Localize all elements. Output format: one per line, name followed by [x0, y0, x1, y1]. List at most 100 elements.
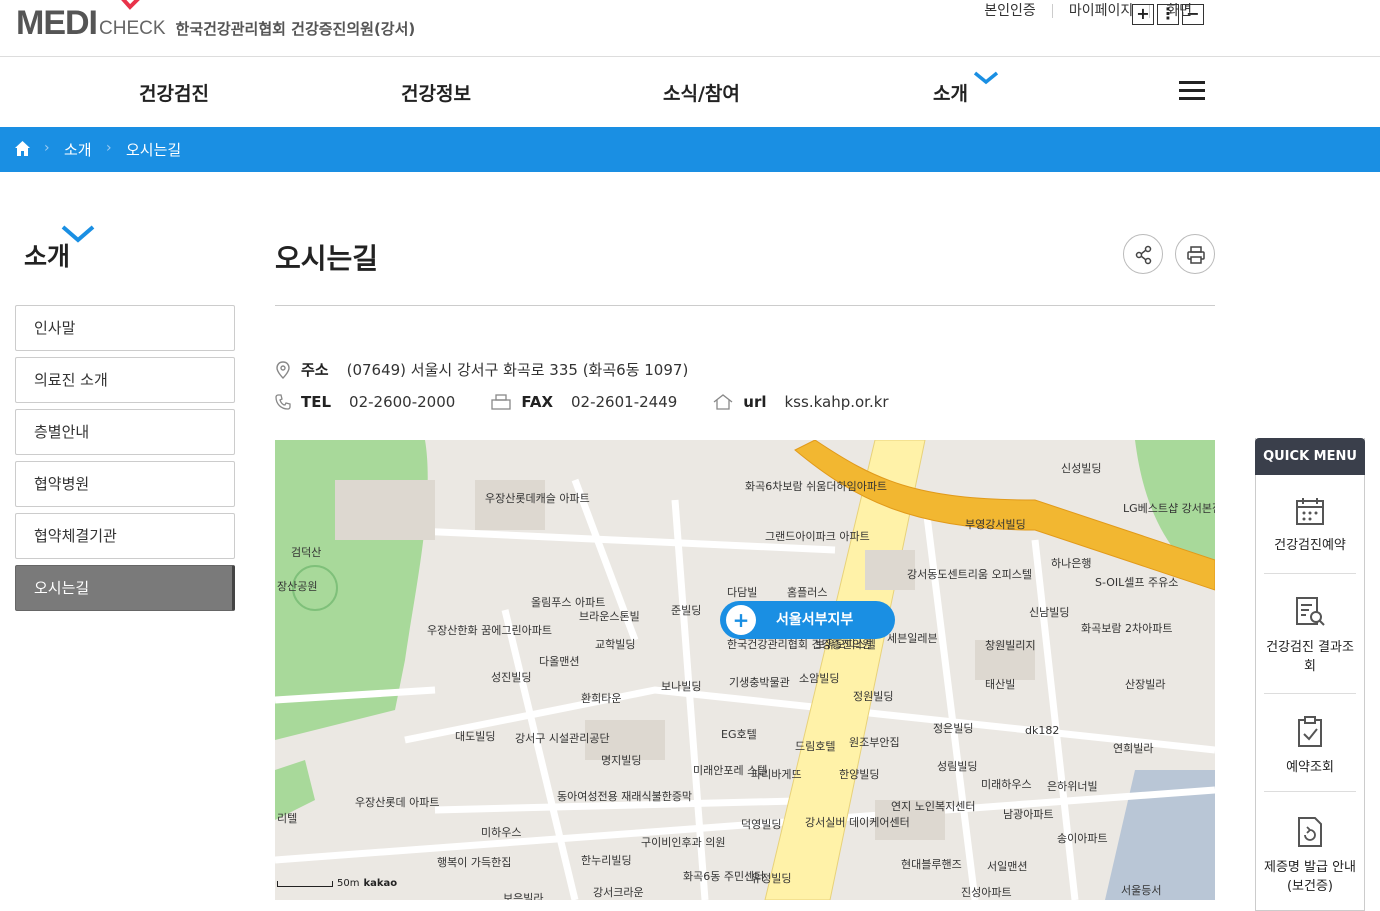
quick-menu-title: QUICK MENU: [1255, 438, 1365, 475]
map-label: 산장빌라: [1125, 678, 1166, 691]
document-search-icon: [1296, 597, 1325, 626]
title-chevron-icon: [61, 225, 95, 243]
menu-icon[interactable]: [1179, 81, 1205, 101]
map-label: 대도빌딩: [455, 730, 496, 743]
sidebar-item-floors[interactable]: 층별안내: [15, 409, 235, 455]
map-label: S-OIL셀프 주유소: [1095, 576, 1179, 589]
map-label: 부영강서빌딩: [965, 518, 1026, 531]
map-label: EG호텔: [721, 728, 757, 741]
tel-label: TEL: [301, 393, 332, 411]
address-row: 주소 (07649) 서울시 강서구 화곡로 335 (화곡6동 1097): [275, 359, 688, 380]
print-icon: [1187, 246, 1205, 264]
nav-health-info[interactable]: 건강정보: [401, 79, 471, 106]
map-label: 신남빌딩: [1029, 606, 1070, 619]
breadcrumb-directions[interactable]: 오시는길: [126, 139, 181, 160]
quick-reserve-checkup[interactable]: 건강검진예약: [1264, 496, 1356, 574]
breadcrumb: › 소개 › 오시는길: [0, 127, 1380, 172]
map-label: 우장산한화 꿈에그린아파트: [427, 624, 552, 637]
map-label: 기생충박물관: [729, 676, 790, 689]
sidebar-item-partner-hospitals[interactable]: 협약병원: [15, 461, 235, 507]
kakao-logo: kakao: [363, 878, 398, 889]
location-marker[interactable]: + 서울서부지부: [720, 601, 896, 639]
url-value[interactable]: kss.kahp.or.kr: [785, 393, 889, 411]
sidebar-item-directions[interactable]: 오시는길: [15, 565, 235, 611]
breadcrumb-about[interactable]: 소개: [64, 139, 92, 160]
map-label: 보은빌라: [503, 892, 544, 900]
quick-menu: QUICK MENU 건강검진예약 건강검진 결과조회 예약조회 제증명 발급 …: [1255, 438, 1365, 911]
map-label: 준빌딩: [671, 604, 702, 617]
print-button[interactable]: [1175, 234, 1215, 274]
document-refresh-icon: [1298, 817, 1322, 847]
quick-certificate-info[interactable]: 제증명 발급 안내 (보건증): [1264, 816, 1356, 902]
map-label: 정원빌딩: [853, 690, 894, 703]
quick-result-lookup[interactable]: 건강검진 결과조회: [1264, 596, 1356, 694]
map-label: 진성아파트: [961, 886, 1012, 899]
clipboard-check-icon: [1298, 716, 1322, 747]
map-label: 은하위너빌: [1047, 780, 1098, 793]
zoom-out-button[interactable]: −: [1182, 4, 1204, 25]
map-label: 신성빌딩: [1061, 462, 1102, 475]
plus-icon: +: [726, 605, 756, 635]
url-label: url: [743, 393, 767, 411]
nav-checkup[interactable]: 건강검진: [139, 79, 209, 106]
home-icon[interactable]: [14, 140, 31, 157]
nav-about[interactable]: 소개: [933, 79, 968, 106]
nav-news[interactable]: 소식/참여: [663, 79, 740, 106]
map-label: 한누리빌딩: [581, 854, 632, 867]
top-bar: MEDI CHECK 한국건강관리협회 건강증진의원(강서) 본인인증 마이페이…: [0, 0, 1380, 57]
logo-medi: MEDI: [16, 4, 98, 42]
check-mark-icon: [121, 0, 140, 10]
title-divider: [275, 305, 1215, 306]
share-icon: [1135, 245, 1152, 265]
map-label: 환희타운: [581, 692, 622, 705]
map-label: 명지빌딩: [601, 754, 642, 767]
map-label: 장산공원: [277, 580, 318, 593]
sidebar-item-partner-orgs[interactable]: 협약체결기관: [15, 513, 235, 559]
map-label: 성진빌딩: [491, 671, 532, 684]
fax-icon: [491, 394, 511, 410]
site-logo[interactable]: MEDI CHECK 한국건강관리협회 건강증진의원(강서): [16, 0, 415, 40]
map-label: LG베스트샵 강서본점: [1123, 502, 1215, 515]
home-url-icon: [713, 394, 733, 410]
share-button[interactable]: [1123, 234, 1163, 274]
map-label: 미래하우스: [981, 778, 1032, 791]
address-label: 주소: [301, 361, 329, 379]
map-label: 유정빌딩: [751, 872, 792, 885]
map-label: 창원빌리지: [985, 639, 1036, 652]
map-label: 홈플러스: [787, 586, 828, 599]
map-label: 서울등서: [1121, 884, 1162, 897]
map-label: 다올맨션: [539, 655, 580, 668]
map-label: 성림빌딩: [937, 760, 978, 773]
map-label: 현대블루핸즈: [901, 858, 962, 871]
map-label: 정은빌딩: [933, 722, 974, 735]
map-label: 서일맨션: [987, 860, 1028, 873]
map-label: 교학빌딩: [595, 638, 636, 651]
tel-value: 02-2600-2000: [349, 393, 456, 411]
map-label: 덕영빌딩: [741, 818, 782, 831]
quick-reservation-lookup[interactable]: 예약조회: [1264, 716, 1356, 792]
map-label: 연희빌라: [1113, 742, 1154, 755]
sidebar-menu: 인사말 의료진 소개 층별안내 협약병원 협약체결기관 오시는길: [15, 305, 235, 617]
marker-label: 서울서부지부: [776, 612, 854, 628]
map-label: 리텔: [277, 812, 298, 825]
map-label: 세븐일레븐: [887, 632, 938, 645]
map-label: 연지 노인복지센터: [891, 800, 976, 813]
chevron-right-icon: ›: [44, 140, 50, 156]
sidebar-item-greeting[interactable]: 인사말: [15, 305, 235, 351]
map-label: 송이아파트: [1057, 832, 1108, 845]
sidebar-item-doctors[interactable]: 의료진 소개: [15, 357, 235, 403]
verify-link[interactable]: 본인인증: [968, 4, 1053, 18]
location-pin-icon: [276, 360, 290, 379]
map-label: 파리바게뜨: [751, 768, 802, 781]
map-label: 강서크라운: [593, 886, 644, 899]
map-label: 하나은행: [1051, 557, 1092, 570]
phone-icon: [275, 394, 291, 410]
map-label: 강서실버 데이케어센터: [805, 816, 910, 829]
zoom-in-button[interactable]: +: [1132, 4, 1154, 25]
map-label: 보나빌딩: [661, 680, 702, 693]
org-name: 한국건강관리협회 건강증진의원(강서): [175, 20, 416, 38]
location-map[interactable]: 화곡6차보람 쉬움더하임아파트 우장산롯데캐슬 아파트 그랜드아이파크 아파트 …: [275, 440, 1215, 900]
fax-value: 02-2601-2449: [571, 393, 678, 411]
zoom-reset-button[interactable]: ⋮: [1157, 4, 1179, 25]
zoom-controls: + ⋮ −: [1132, 4, 1204, 25]
